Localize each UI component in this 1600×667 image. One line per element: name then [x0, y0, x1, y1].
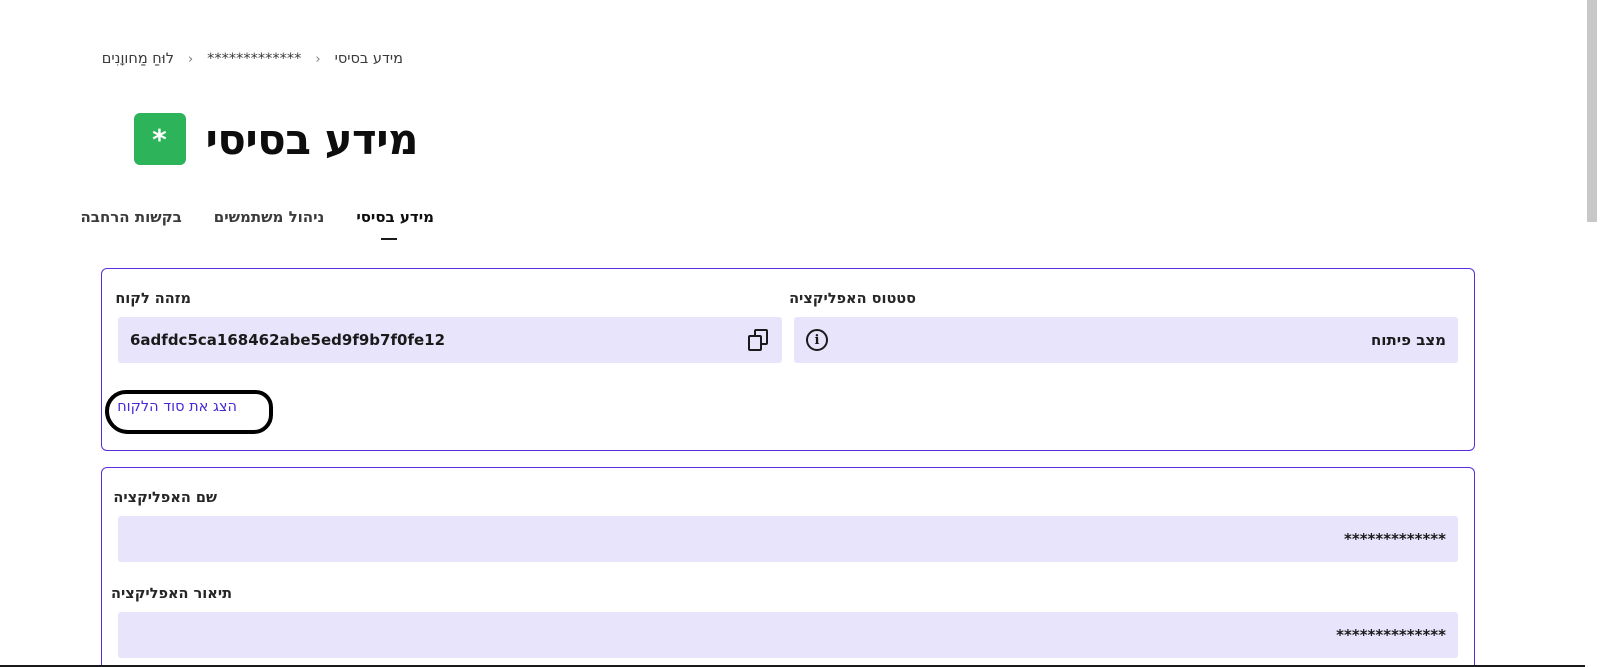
- app-status-label: סטטוס האפליקציה: [789, 291, 916, 307]
- client-id-value: 6adfdc5ca168462abe5ed9f9b7f0fe12: [130, 331, 446, 349]
- app-name-label: שם האפליקציה: [113, 490, 217, 506]
- app-status-field: מצב פיתוח i: [794, 317, 1458, 363]
- page-title: מידע בסיסי: [205, 114, 419, 164]
- client-id-field: 6adfdc5ca168462abe5ed9f9b7f0fe12: [118, 317, 782, 363]
- app-name-value: *************: [1344, 530, 1446, 548]
- asterisk-icon: *: [152, 122, 167, 156]
- tab-extension-requests[interactable]: בקשות הרחבה: [81, 208, 182, 244]
- breadcrumb-item-app[interactable]: *************: [207, 51, 301, 67]
- copy-icon[interactable]: [748, 329, 770, 351]
- annotation-highlight: [105, 390, 273, 434]
- app-description-value: **************: [1336, 626, 1446, 644]
- tab-basic-info[interactable]: מידע בסיסי: [356, 208, 434, 244]
- page-header: מידע בסיסי *: [88, 112, 418, 166]
- info-icon[interactable]: i: [806, 329, 828, 351]
- credentials-card: סטטוס האפליקציה מצב פיתוח i מזהה לקוח 6a…: [101, 268, 1475, 451]
- breadcrumb: מידע בסיסי ‹ ************* ‹ לוּחַ מַחוו…: [83, 48, 403, 70]
- app-details-card: שם האפליקציה ************* תיאור האפליקצ…: [101, 467, 1475, 667]
- app-status-value: מצב פיתוח: [1371, 331, 1446, 349]
- breadcrumb-item-current: מידע בסיסי: [334, 51, 403, 67]
- tab-user-management[interactable]: ניהול משתמשים: [214, 208, 325, 244]
- app-name-field[interactable]: *************: [118, 516, 1458, 562]
- app-description-field[interactable]: **************: [118, 612, 1458, 658]
- client-id-label: מזהה לקוח: [115, 291, 191, 307]
- tab-bar: מידע בסיסי ניהול משתמשים בקשות הרחבה: [81, 208, 434, 244]
- breadcrumb-item-dashboard[interactable]: לוּחַ מַחווָנִים: [102, 51, 174, 67]
- breadcrumb-separator: ‹: [315, 51, 321, 67]
- breadcrumb-separator: ‹: [187, 51, 194, 67]
- app-description-label: תיאור האפליקציה: [111, 586, 232, 602]
- scrollbar-thumb[interactable]: [1587, 0, 1597, 222]
- app-badge: *: [133, 113, 186, 165]
